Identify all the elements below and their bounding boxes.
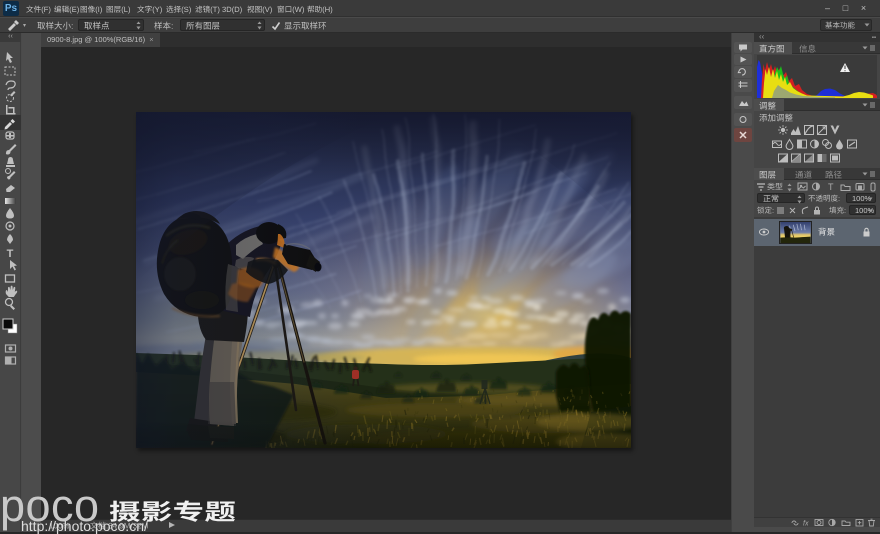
svg-text:T: T — [7, 248, 14, 260]
svg-text:fx: fx — [803, 521, 809, 528]
svg-text:T: T — [828, 182, 834, 192]
